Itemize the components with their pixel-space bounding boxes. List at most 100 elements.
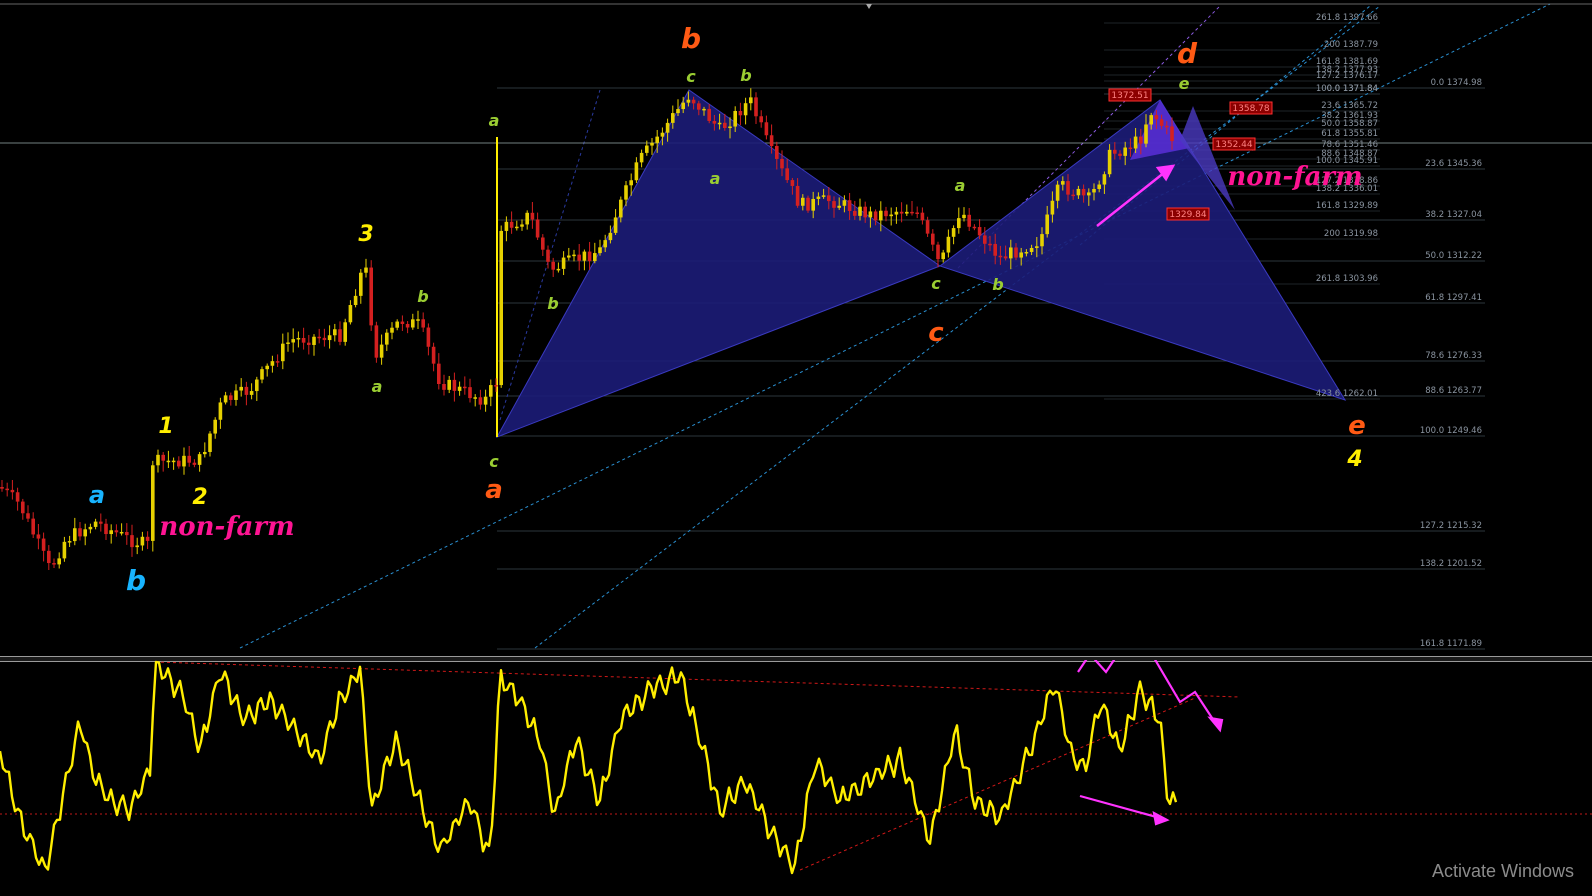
candle-body[interactable] <box>541 237 545 250</box>
candle-body[interactable] <box>405 323 410 328</box>
candle-body[interactable] <box>665 122 670 133</box>
candle-body[interactable] <box>504 221 509 231</box>
candle-body[interactable] <box>447 379 451 390</box>
candle-body[interactable] <box>525 212 529 225</box>
price-chart-panel[interactable]: 0.0 1374.98 23.6 1345.36 38.2 1327.04 50.0 … <box>0 0 1592 660</box>
candle-body[interactable] <box>681 102 685 110</box>
candle-body[interactable] <box>166 460 171 463</box>
candle-body[interactable] <box>255 379 259 392</box>
candle-body[interactable] <box>827 195 831 202</box>
candle-body[interactable] <box>327 335 332 341</box>
magenta-arrows[interactable] <box>1077 627 1224 826</box>
candle-body[interactable] <box>660 132 665 137</box>
candle-body[interactable] <box>88 526 93 530</box>
candle-body[interactable] <box>925 220 930 234</box>
candle-body[interactable] <box>41 538 46 551</box>
candle-body[interactable] <box>463 386 467 389</box>
candle-body[interactable] <box>244 386 249 395</box>
candle-body[interactable] <box>1081 188 1086 196</box>
candle-body[interactable] <box>218 402 223 420</box>
candle-body[interactable] <box>348 305 353 323</box>
candle-body[interactable] <box>832 201 836 208</box>
candle-body[interactable] <box>988 243 992 246</box>
candle-body[interactable] <box>322 337 327 341</box>
candle-body[interactable] <box>21 501 25 514</box>
candle-body[interactable] <box>151 465 155 541</box>
candle-body[interactable] <box>400 321 405 324</box>
candle-body[interactable] <box>962 214 966 219</box>
candle-body[interactable] <box>920 212 925 221</box>
candle-body[interactable] <box>426 327 431 347</box>
candle-body[interactable] <box>983 235 987 244</box>
candle-body[interactable] <box>624 185 628 200</box>
candle-body[interactable] <box>619 199 623 218</box>
candle-body[interactable] <box>1019 252 1023 258</box>
candle-body[interactable] <box>671 113 675 123</box>
candle-body[interactable] <box>494 385 498 387</box>
candle-body[interactable] <box>421 319 425 328</box>
candle-body[interactable] <box>561 257 566 269</box>
candle-body[interactable] <box>457 386 462 391</box>
candle-body[interactable] <box>1050 200 1055 215</box>
candle-body[interactable] <box>36 534 41 539</box>
candle-body[interactable] <box>520 224 524 227</box>
candle-body[interactable] <box>957 218 961 229</box>
candle-body[interactable] <box>775 145 779 159</box>
candle-body[interactable] <box>1123 147 1127 156</box>
candle-body[interactable] <box>192 462 197 465</box>
candle-body[interactable] <box>1128 147 1133 150</box>
candle-body[interactable] <box>1149 115 1153 125</box>
scroll-marker-icon[interactable] <box>866 4 872 9</box>
candle-body[interactable] <box>281 343 285 362</box>
candle-body[interactable] <box>249 391 254 395</box>
candle-body[interactable] <box>197 454 202 465</box>
candle-body[interactable] <box>556 268 561 271</box>
candle-body[interactable] <box>234 390 238 400</box>
candle-body[interactable] <box>608 232 613 241</box>
candle-body[interactable] <box>764 122 769 136</box>
candle-body[interactable] <box>265 365 269 370</box>
candle-body[interactable] <box>853 210 857 216</box>
candle-body[interactable] <box>57 558 61 565</box>
candle-body[interactable] <box>712 120 717 124</box>
candle-body[interactable] <box>603 240 607 248</box>
candle-body[interactable] <box>873 211 878 221</box>
candle-body[interactable] <box>837 205 841 208</box>
candle-body[interactable] <box>1118 153 1122 156</box>
candle-body[interactable] <box>26 513 30 519</box>
candle-body[interactable] <box>1035 246 1039 248</box>
candle-body[interactable] <box>691 99 696 104</box>
candle-body[interactable] <box>31 518 35 535</box>
candle-body[interactable] <box>577 254 581 261</box>
candle-body[interactable] <box>697 103 701 110</box>
candle-body[interactable] <box>728 126 732 129</box>
candle-body[interactable] <box>431 346 436 364</box>
candle-body[interactable] <box>1113 149 1117 154</box>
candle-body[interactable] <box>5 488 9 491</box>
candle-body[interactable] <box>847 200 852 211</box>
candle-body[interactable] <box>1107 149 1112 175</box>
divergence-line[interactable] <box>154 661 1241 698</box>
candle-body[interactable] <box>551 261 555 270</box>
candle-body[interactable] <box>993 243 997 256</box>
candle-body[interactable] <box>754 97 758 117</box>
candle-body[interactable] <box>1061 181 1065 185</box>
candle-body[interactable] <box>951 228 956 237</box>
candle-body[interactable] <box>359 272 363 296</box>
candle-body[interactable] <box>239 386 243 391</box>
candle-body[interactable] <box>67 541 72 543</box>
candle-body[interactable] <box>639 152 644 163</box>
candle-body[interactable] <box>515 226 519 229</box>
candle-body[interactable] <box>795 185 800 206</box>
candle-body[interactable] <box>567 255 571 258</box>
candle-body[interactable] <box>1003 256 1008 259</box>
candle-body[interactable] <box>15 492 20 502</box>
candle-body[interactable] <box>161 454 165 461</box>
candle-body[interactable] <box>977 227 982 236</box>
candle-body[interactable] <box>338 329 342 342</box>
candle-body[interactable] <box>416 319 420 321</box>
candle-body[interactable] <box>301 337 306 343</box>
candle-body[interactable] <box>114 530 119 533</box>
candle-body[interactable] <box>905 211 909 214</box>
candle-body[interactable] <box>286 342 290 344</box>
